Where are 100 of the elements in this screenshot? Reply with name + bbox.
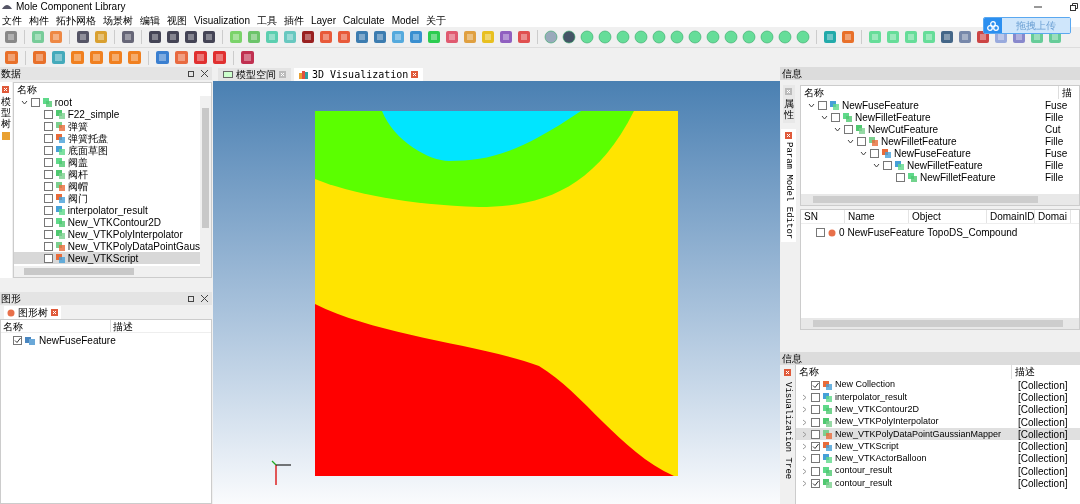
- checkbox[interactable]: [43, 241, 53, 251]
- checkbox[interactable]: [870, 148, 879, 158]
- tree-row[interactable]: New_VTKScript: [13, 252, 200, 264]
- scrollbar[interactable]: [801, 318, 1079, 329]
- tree-row[interactable]: 阀门: [13, 192, 200, 204]
- checkbox[interactable]: [896, 172, 905, 182]
- tree-row[interactable]: interpolator_result [Collection]: [796, 391, 1080, 404]
- checkbox[interactable]: [811, 454, 820, 464]
- tree-row[interactable]: root: [13, 96, 200, 108]
- checkbox[interactable]: [816, 228, 825, 237]
- checkbox[interactable]: [883, 160, 892, 170]
- menu-item[interactable]: 拓扑网格: [56, 12, 96, 28]
- checked-checkbox[interactable]: [13, 336, 22, 345]
- tree-row[interactable]: New_VTKScript [Collection]: [796, 440, 1080, 453]
- checked-checkbox[interactable]: [811, 380, 820, 390]
- tree-row[interactable]: New_VTKContour2D: [13, 216, 200, 228]
- checkbox[interactable]: [43, 205, 53, 215]
- menu-item[interactable]: Visualization: [194, 12, 250, 28]
- tree-row[interactable]: interpolator_result: [13, 204, 200, 216]
- menu-item[interactable]: Model: [391, 12, 419, 28]
- menu-item[interactable]: 构件: [29, 12, 49, 28]
- checkbox[interactable]: [43, 181, 53, 191]
- float-icon[interactable]: [188, 295, 195, 302]
- float-icon[interactable]: [188, 70, 195, 77]
- tree-row[interactable]: New_VTKContour2D [Collection]: [796, 403, 1080, 416]
- tool-icon[interactable]: [301, 30, 315, 44]
- tree-row[interactable]: F22_simple: [13, 108, 200, 120]
- tree-row[interactable]: New_VTKPolyInterpolator: [13, 228, 200, 240]
- viewport[interactable]: [213, 81, 780, 504]
- checkbox[interactable]: [811, 392, 820, 402]
- checkbox[interactable]: [43, 145, 53, 155]
- tool-icon[interactable]: [202, 30, 216, 44]
- checkbox[interactable]: [831, 112, 840, 122]
- checkbox[interactable]: [811, 429, 820, 439]
- checkbox[interactable]: [43, 157, 53, 167]
- checkbox[interactable]: [811, 405, 820, 415]
- close-icon[interactable]: [411, 71, 419, 78]
- tool-icon[interactable]: [373, 30, 387, 44]
- checkbox[interactable]: [43, 121, 53, 131]
- side-tab[interactable]: 模型树: [0, 96, 11, 129]
- scrollbar[interactable]: [200, 96, 211, 266]
- side-tab[interactable]: 属性: [782, 85, 795, 123]
- checkbox[interactable]: [43, 193, 53, 203]
- menu-item[interactable]: 插件: [283, 12, 304, 28]
- checkbox[interactable]: [818, 100, 827, 110]
- checkbox[interactable]: [43, 229, 53, 239]
- menu-item[interactable]: 编辑: [140, 12, 160, 28]
- checkbox[interactable]: [43, 169, 53, 179]
- checkbox[interactable]: [30, 97, 40, 107]
- menu-item[interactable]: 文件: [2, 12, 22, 28]
- tree-row[interactable]: New_VTKPolyDataPointGaus: [13, 240, 200, 252]
- tree-row[interactable]: contour_result [Collection]: [796, 465, 1080, 478]
- tree-row[interactable]: 阀盖: [13, 156, 200, 168]
- checkbox[interactable]: [811, 417, 820, 427]
- tree-row[interactable]: New_VTKActorBalloon [Collection]: [796, 452, 1080, 466]
- side-tab[interactable]: Visualization Tree: [780, 382, 795, 480]
- close-icon[interactable]: [2, 86, 10, 93]
- tool-icon[interactable]: [212, 50, 227, 65]
- tree-row[interactable]: 底面草图: [13, 144, 200, 156]
- checkbox[interactable]: [43, 133, 53, 143]
- side-tab[interactable]: Param Model Editor: [780, 129, 797, 243]
- tree-row[interactable]: New Collection [Collection]: [796, 379, 1080, 392]
- checked-checkbox[interactable]: [811, 479, 820, 488]
- close-icon[interactable]: [201, 295, 208, 302]
- tool-icon[interactable]: [355, 30, 369, 44]
- tool-icon[interactable]: [240, 50, 255, 65]
- tree-row[interactable]: 阀杆: [13, 168, 200, 180]
- checked-checkbox[interactable]: [811, 442, 820, 452]
- shape-icon[interactable]: [562, 30, 576, 44]
- tool-icon[interactable]: [76, 30, 90, 44]
- tree-row[interactable]: contour_result [Collection]: [796, 477, 1080, 490]
- tree-row[interactable]: 阀帽: [13, 180, 200, 192]
- close-icon[interactable]: [201, 70, 208, 77]
- tool-icon[interactable]: [121, 30, 135, 44]
- tool-icon[interactable]: [940, 30, 954, 44]
- menu-item[interactable]: 视图: [167, 12, 187, 28]
- chevron-icon[interactable]: [20, 98, 28, 106]
- tree-row[interactable]: New_VTKPolyInterpolator [Collection]: [796, 415, 1080, 429]
- checkbox[interactable]: [857, 136, 866, 146]
- tree-row[interactable]: New_VTKPolyDataPointGaussianMapper [Collection]: [796, 428, 1080, 441]
- checkbox[interactable]: [43, 253, 53, 263]
- viewport-tab[interactable]: 3D Visualization: [294, 68, 424, 81]
- menu-item[interactable]: 工具: [256, 12, 277, 28]
- menu-item[interactable]: 场景树: [103, 12, 133, 28]
- tool-icon[interactable]: [148, 30, 162, 44]
- panel-tab[interactable]: 图形树: [4, 306, 61, 319]
- scrollbar[interactable]: [13, 266, 211, 277]
- tool-icon[interactable]: [155, 50, 170, 65]
- tool-icon[interactable]: [193, 50, 208, 65]
- restore-icon[interactable]: [1070, 2, 1078, 11]
- checkbox[interactable]: [844, 124, 853, 134]
- menu-item[interactable]: 关于: [425, 12, 446, 28]
- tool-icon[interactable]: [166, 30, 180, 44]
- checkbox[interactable]: [43, 217, 53, 227]
- menu-item[interactable]: Layer: [310, 12, 336, 28]
- checkbox[interactable]: [811, 466, 820, 476]
- menu-item[interactable]: Calculate: [343, 12, 385, 28]
- viewport-tab[interactable]: 模型空间: [218, 68, 291, 81]
- tool-icon[interactable]: [184, 30, 198, 44]
- tree-row[interactable]: 弹簧托盘: [13, 132, 200, 144]
